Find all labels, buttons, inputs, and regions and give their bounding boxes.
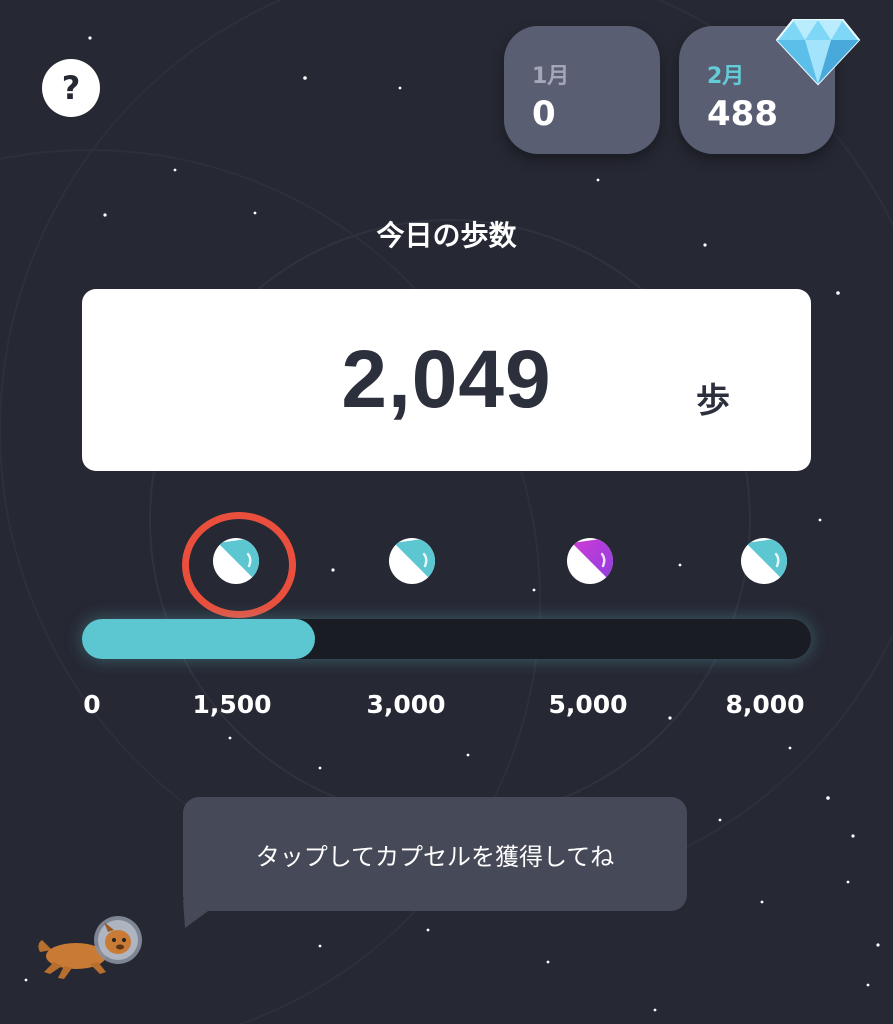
astronaut-dog-icon — [38, 916, 142, 979]
capsule-3000[interactable] — [388, 537, 436, 585]
capsule-5000[interactable] — [566, 537, 614, 585]
capsule-8000[interactable] — [740, 537, 788, 585]
progress-track — [82, 619, 811, 659]
help-icon: ? — [61, 69, 81, 107]
month-value: 488 — [707, 94, 778, 134]
milestone-label: 0 — [83, 690, 101, 719]
capsule-icon — [567, 538, 613, 584]
month-value: 0 — [532, 94, 556, 134]
capsule-icon — [389, 538, 435, 584]
speech-bubble[interactable]: タップしてカプセルを獲得してね — [183, 797, 687, 911]
speech-bubble-text: タップしてカプセルを獲得してね — [255, 843, 615, 871]
steps-card: 2,049 歩 — [82, 289, 811, 471]
milestone-label: 1,500 — [192, 690, 272, 719]
month-label: 2月 — [707, 64, 745, 89]
help-button[interactable]: ? — [42, 59, 100, 117]
month-card-january[interactable]: 1月 0 — [504, 26, 660, 154]
steps-unit: 歩 — [696, 381, 730, 421]
month-label: 1月 — [532, 64, 570, 89]
today-steps-label: 今日の歩数 — [376, 219, 517, 252]
progress-fill — [82, 619, 316, 659]
capsule-1500[interactable] — [212, 537, 260, 585]
capsule-icon — [213, 538, 259, 584]
milestone-label: 8,000 — [725, 690, 805, 719]
diamond-icon — [775, 19, 861, 86]
milestone-label: 3,000 — [366, 690, 446, 719]
capsule-icon — [741, 538, 787, 584]
milestone-label: 5,000 — [548, 690, 628, 719]
